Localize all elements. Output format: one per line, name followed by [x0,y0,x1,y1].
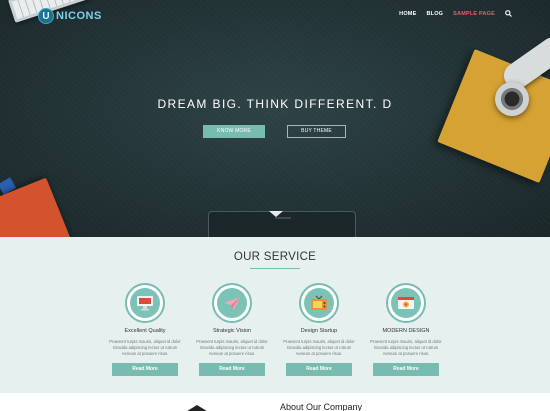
hero-section: U NICONS HOME BLOG SAMPLE PAGE DREAM BIG… [0,0,550,237]
service-card-quality: Excellent Quality Praesent turpis mauris… [105,283,185,376]
top-navbar: U NICONS HOME BLOG SAMPLE PAGE [0,0,550,34]
service-card-startup: Design Startup Praesent turpis mauris, a… [279,283,359,376]
service-title: Excellent Quality [124,328,166,334]
logo-text: NICONS [56,10,102,22]
tv-icon [304,288,334,318]
services-section: OUR SERVICE Excellent Quality Praesent t… [0,237,550,393]
service-icon-ring [299,283,339,323]
read-more-button[interactable]: Read More [373,363,439,376]
nav-item-sample-page[interactable]: SAMPLE PAGE [453,11,495,17]
logo-mark: U [38,8,54,24]
read-more-button[interactable]: Read More [286,363,352,376]
service-title: Strategic Vision [212,328,252,334]
service-icon-ring [125,283,165,323]
service-description: Praesent turpis mauris, aliquet id dolor… [283,339,355,356]
service-title: Design Startup [300,328,338,334]
site-logo[interactable]: U NICONS [38,8,102,24]
service-description: Praesent turpis mauris, aliquet id dolor… [370,339,442,356]
paper-plane-icon [217,288,247,318]
nav-item-blog[interactable]: BLOG [426,11,443,17]
about-title: About Our Company [280,402,363,411]
search-icon[interactable] [505,10,512,17]
read-more-button[interactable]: Read More [112,363,178,376]
service-card-vision: Strategic Vision Praesent turpis mauris,… [192,283,272,376]
buy-theme-button[interactable]: BUY THEME [287,125,346,138]
browser-design-icon [391,288,421,318]
about-graphic [184,405,210,411]
hero-title: DREAM BIG. THINK DIFFERENT. D [157,97,393,111]
read-more-button[interactable]: Read More [199,363,265,376]
title-underline [250,268,300,269]
scroll-down-arrow-icon[interactable] [269,211,283,217]
about-section: About Our Company [0,393,550,411]
service-card-modern-design: MODERN DESIGN Praesent turpis mauris, al… [366,283,446,376]
service-icon-ring [212,283,252,323]
nav-item-home[interactable]: HOME [399,11,416,17]
main-nav: HOME BLOG SAMPLE PAGE [399,10,512,17]
services-title: OUR SERVICE [233,251,317,263]
service-description: Praesent turpis mauris, aliquet id dolor… [196,339,268,356]
service-icon-ring [386,283,426,323]
service-description: Praesent turpis mauris, aliquet id dolor… [109,339,181,356]
know-more-button[interactable]: KNOW MORE [203,125,265,138]
monitor-icon [130,288,160,318]
service-title: MODERN DESIGN [382,328,430,334]
